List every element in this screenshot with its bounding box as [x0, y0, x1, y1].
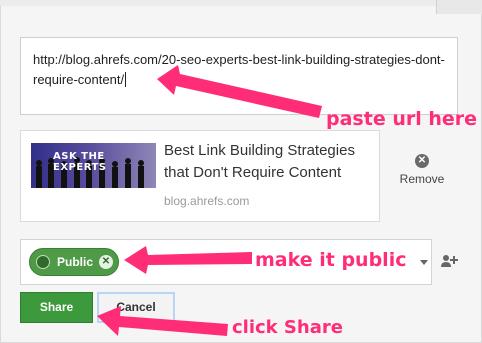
close-circle-icon: ✕: [415, 154, 429, 168]
text-caret: [125, 72, 127, 87]
url-input[interactable]: http://blog.ahrefs.com/20-seo-experts-be…: [20, 37, 458, 115]
public-chip-label: Public: [57, 255, 94, 269]
remove-button[interactable]: ✕ Remove: [398, 150, 446, 186]
chevron-down-icon[interactable]: [420, 260, 428, 265]
public-chip[interactable]: Public ✕: [29, 248, 119, 276]
annotation-click-share: click Share: [232, 317, 343, 338]
add-person-icon[interactable]: [440, 253, 458, 269]
share-button[interactable]: Share: [20, 292, 93, 323]
dialog-top-edge: [0, 0, 482, 6]
annotation-make-public: make it public: [255, 249, 407, 271]
remove-label: Remove: [399, 172, 445, 186]
thumbnail-text: ASK THE EXPERTS: [53, 151, 107, 173]
chip-remove-icon[interactable]: ✕: [99, 255, 113, 269]
link-preview-card[interactable]: ASK THE EXPERTS Best Link Building Strat…: [20, 130, 380, 222]
globe-icon: [36, 255, 50, 269]
annotation-paste-url: paste url here: [326, 108, 478, 130]
link-thumbnail: ASK THE EXPERTS: [31, 143, 156, 188]
dialog-top-tab: [436, 0, 482, 14]
link-domain: blog.ahrefs.com: [164, 194, 250, 208]
link-title[interactable]: Best Link Building Strategies that Don't…: [164, 140, 374, 184]
cancel-button[interactable]: Cancel: [97, 292, 175, 323]
url-text: http://blog.ahrefs.com/20-seo-experts-be…: [33, 52, 445, 87]
